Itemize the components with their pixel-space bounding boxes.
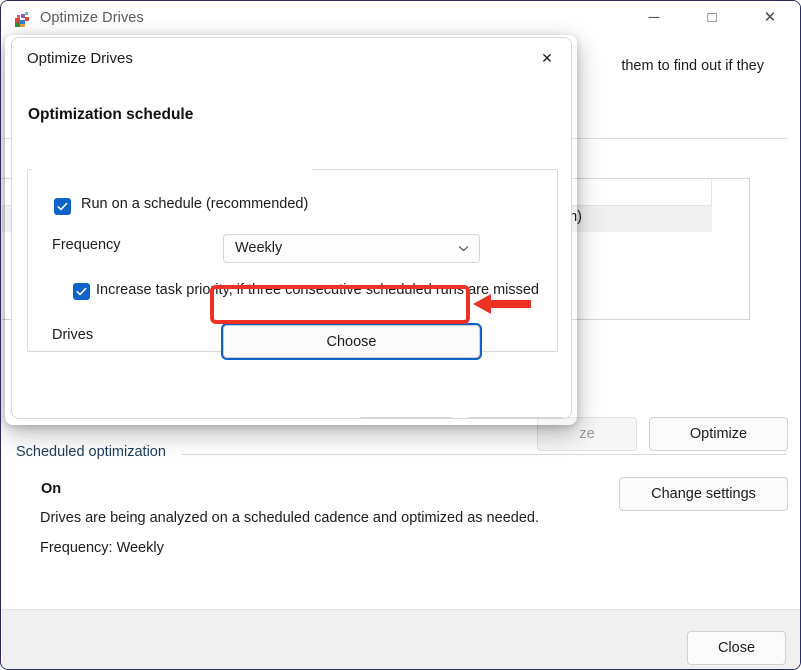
increase-task-priority-checkbox[interactable] — [73, 283, 90, 300]
defrag-icon — [14, 11, 32, 29]
close-button[interactable]: Close — [687, 631, 786, 665]
scheduled-optimization-legend: Scheduled optimization — [16, 444, 166, 460]
dialog-heading: Optimization schedule — [28, 106, 193, 124]
drives-label: Drives — [52, 327, 93, 343]
maximize-button[interactable]: □ — [689, 1, 735, 33]
scheduled-optimization-section: Scheduled optimization On Drives are bei… — [2, 431, 801, 596]
optimization-schedule-dialog: Optimize Drives ✕ Optimization schedule … — [11, 37, 572, 419]
close-icon: ✕ — [541, 50, 553, 67]
frequency-label: Frequency — [52, 237, 121, 253]
close-icon: ✕ — [764, 10, 777, 25]
run-on-schedule-checkbox[interactable] — [54, 198, 71, 215]
choose-drives-button[interactable]: Choose — [223, 325, 480, 358]
optimize-drives-window: Optimize Drives ─ □ ✕ them to find out i… — [0, 0, 801, 670]
minimize-button[interactable]: ─ — [631, 1, 677, 33]
close-window-button[interactable]: ✕ — [747, 1, 793, 33]
run-on-schedule-label[interactable]: Run on a schedule (recommended) — [81, 196, 308, 212]
scheduled-optimization-rule — [182, 454, 787, 455]
frequency-value: Weekly — [235, 240, 282, 256]
change-settings-button[interactable]: Change settings — [619, 477, 788, 511]
dialog-title: Optimize Drives — [27, 50, 133, 67]
scheduled-optimization-frequency: Frequency: Weekly — [40, 540, 164, 556]
groupbox-legend-gap — [32, 161, 312, 177]
minimize-icon: ─ — [649, 10, 660, 25]
window-title: Optimize Drives — [40, 10, 144, 26]
increase-task-priority-label[interactable]: Increase task priority, if three consecu… — [96, 282, 539, 298]
chevron-down-icon — [457, 242, 470, 260]
scheduled-optimization-state: On — [41, 481, 61, 497]
cancel-button[interactable]: Cancel — [466, 417, 565, 419]
window-titlebar: Optimize Drives ─ □ ✕ — [1, 1, 801, 38]
dialog-close-button[interactable]: ✕ — [527, 42, 567, 74]
frequency-select[interactable]: Weekly — [223, 234, 480, 263]
bottom-command-bar: Close — [2, 609, 801, 670]
ok-button[interactable]: OK — [358, 417, 454, 419]
maximize-icon: □ — [707, 10, 716, 25]
scheduled-optimization-description: Drives are being analyzed on a scheduled… — [40, 510, 539, 526]
